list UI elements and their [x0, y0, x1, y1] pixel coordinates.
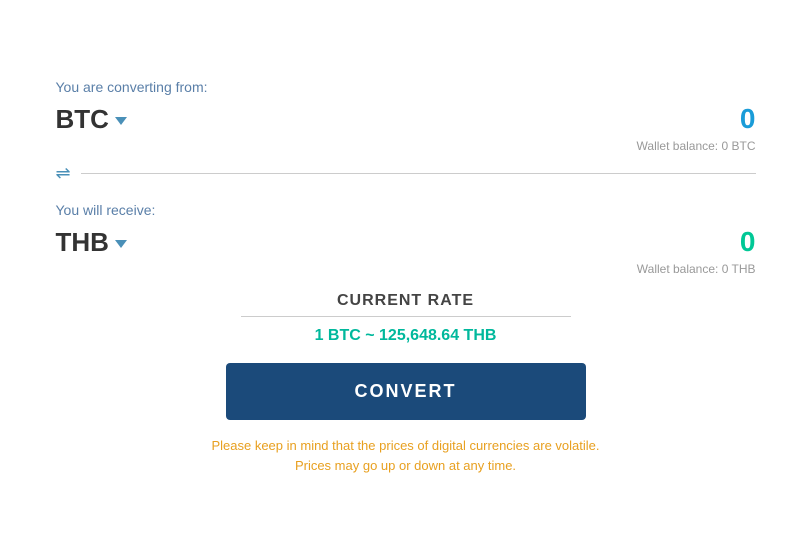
swap-divider-row: ⇌: [56, 163, 756, 184]
convert-button[interactable]: CONVERT: [226, 363, 586, 420]
to-amount[interactable]: 0: [740, 226, 756, 258]
converter-card: You are converting from: BTC 0 Wallet ba…: [26, 55, 786, 495]
from-currency-row: BTC 0: [56, 103, 756, 135]
current-rate-label: CURRENT RATE: [56, 292, 756, 310]
to-wallet-balance: Wallet balance: 0 THB: [56, 262, 756, 276]
to-chevron-down-icon[interactable]: [115, 240, 127, 248]
from-amount[interactable]: 0: [740, 103, 756, 135]
from-currency-selector[interactable]: BTC: [56, 104, 127, 135]
to-currency-selector[interactable]: THB: [56, 227, 127, 258]
to-currency-code: THB: [56, 227, 109, 258]
swap-icon[interactable]: ⇌: [56, 163, 71, 184]
from-wallet-balance: Wallet balance: 0 BTC: [56, 139, 756, 153]
to-label: You will receive:: [56, 202, 756, 218]
rate-value: 1 BTC ~ 125,648.64 THB: [56, 327, 756, 345]
from-label: You are converting from:: [56, 79, 756, 95]
to-currency-row: THB 0: [56, 226, 756, 258]
current-rate-section: CURRENT RATE 1 BTC ~ 125,648.64 THB: [56, 292, 756, 345]
rate-divider: [241, 316, 571, 317]
disclaimer-text: Please keep in mind that the prices of d…: [206, 436, 606, 475]
from-chevron-down-icon[interactable]: [115, 117, 127, 125]
divider-line: [81, 173, 756, 174]
from-currency-code: BTC: [56, 104, 109, 135]
